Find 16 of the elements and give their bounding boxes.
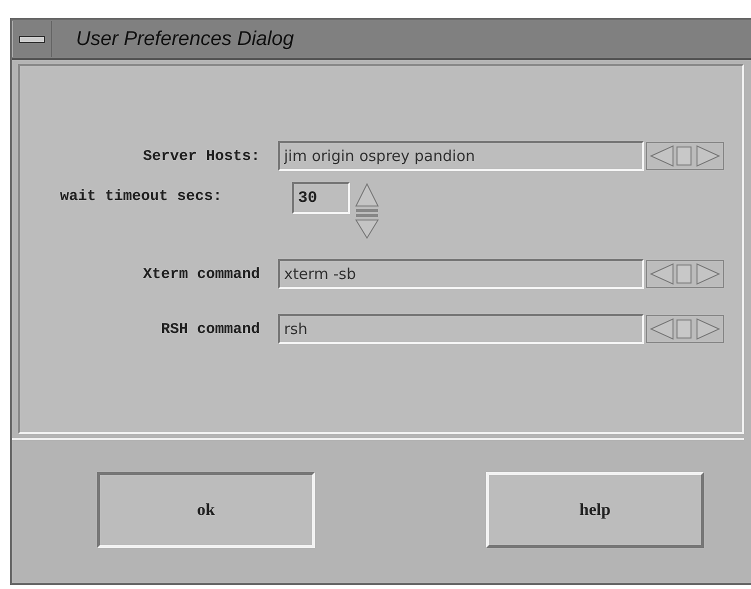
field-label: Server Hosts:	[142, 148, 261, 164]
text-field[interactable]: xterm -sb	[278, 259, 644, 289]
spinner-arrows-icon[interactable]	[354, 182, 380, 240]
dialog-button[interactable]: ok	[97, 472, 315, 548]
horizontal-scroller[interactable]	[646, 142, 724, 170]
window-title: User Preferences Dialog	[76, 28, 294, 50]
field-label: RSH command	[160, 320, 261, 338]
horizontal-scroller[interactable]	[646, 260, 724, 288]
horizontal-scroller[interactable]	[646, 315, 724, 343]
text-field[interactable]: jim origin osprey pandion	[278, 141, 644, 171]
dialog-button[interactable]: help	[486, 472, 704, 548]
text-field[interactable]: rsh	[278, 314, 644, 344]
number-field[interactable]: 30	[292, 182, 350, 214]
window-menu-button[interactable]	[12, 21, 52, 57]
field-label: wait timeout secs:	[59, 188, 224, 205]
field-label: Xterm command	[142, 266, 261, 282]
